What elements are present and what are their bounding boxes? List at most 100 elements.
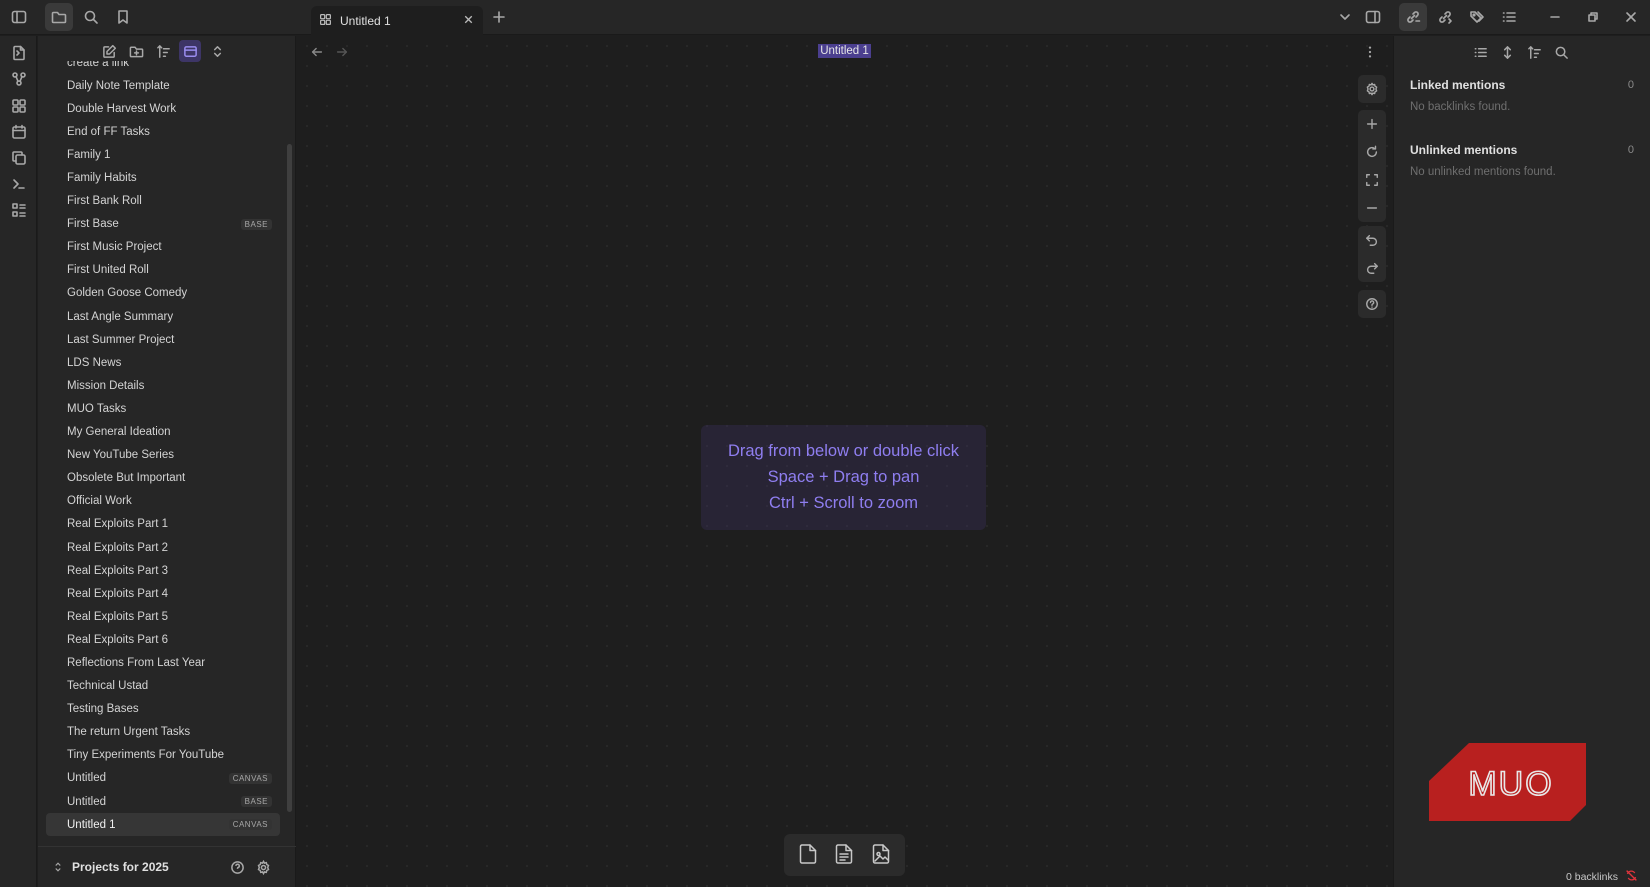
file-item[interactable]: Real Exploits Part 4 [46,582,280,605]
file-item[interactable]: Untitled 1 CANVAS [46,813,280,837]
file-switch-icon [13,45,25,61]
toggle-left-sidebar-button[interactable] [5,3,33,31]
calendar-icon [12,124,26,139]
new-tab-button[interactable] [485,3,513,31]
copy-icon [12,151,26,165]
file-item[interactable]: New YouTube Series [46,444,280,467]
file-item-label: End of FF Tasks [67,125,150,138]
file-item[interactable]: Tiny Experiments For YouTube [46,744,280,767]
new-folder-icon [129,46,143,57]
file-item-label: Last Angle Summary [67,310,174,323]
create-new-base-button[interactable] [7,198,31,222]
close-tab-button[interactable] [462,13,475,29]
zoom-out-button[interactable] [1358,194,1386,222]
settings-button[interactable] [254,858,272,876]
file-item[interactable]: Official Work [46,490,280,513]
file-item[interactable]: End of FF Tasks [46,120,280,143]
collapse-results-button[interactable] [1470,42,1491,63]
file-item[interactable]: Testing Bases [46,698,280,721]
file-item[interactable]: First United Roll [46,259,280,282]
vault-name[interactable]: Projects for 2025 [72,860,169,874]
file-item[interactable]: Technical Ustad [46,675,280,698]
add-media-from-vault-button[interactable] [869,842,893,869]
open-graph-view-button[interactable] [7,67,31,91]
canvas-settings-button[interactable] [1358,75,1386,103]
change-sort-order-button[interactable] [152,40,174,62]
outline-tab-button[interactable] [1495,3,1523,31]
file-item[interactable]: Real Exploits Part 3 [46,559,280,582]
auto-reveal-file-button[interactable] [179,40,201,62]
tags-tab-button[interactable] [1463,3,1491,31]
file-item-label: Family Habits [67,172,137,185]
search-icon [84,10,98,24]
file-item[interactable]: Obsolete But Important [46,467,280,490]
open-command-palette-button[interactable] [7,172,31,196]
canvas-help-button[interactable] [1358,290,1386,318]
file-item[interactable]: Untitled BASE [46,790,280,813]
toggle-right-sidebar-button[interactable] [1359,3,1387,31]
file-item[interactable]: MUO Tasks [46,397,280,420]
file-item[interactable]: Mission Details [46,374,280,397]
backlinks-sort-button[interactable] [1524,42,1545,63]
backlinks-tab-button[interactable] [1399,3,1427,31]
redo-button[interactable] [1358,254,1386,282]
file-item[interactable]: Reflections From Last Year [46,651,280,674]
help-button[interactable] [228,858,246,876]
sync-status-button[interactable] [1618,869,1638,885]
file-item[interactable]: Real Exploits Part 1 [46,513,280,536]
backlinks-toolbar [1470,42,1572,63]
file-item[interactable]: Golden Goose Comedy [46,282,280,305]
file-item[interactable]: Real Exploits Part 2 [46,536,280,559]
file-item[interactable]: Real Exploits Part 6 [46,628,280,651]
backlinks-count-status[interactable]: 0 backlinks [1566,871,1618,883]
files-tab-button[interactable] [45,3,73,31]
file-item[interactable]: Untitled CANVAS [46,767,280,790]
tab-untitled-1[interactable]: Untitled 1 [311,6,483,35]
unlinked-mentions-empty: No unlinked mentions found. [1410,166,1556,178]
tab-list-dropdown[interactable] [1331,3,1359,31]
linked-mentions-header[interactable]: Linked mentions [1410,78,1505,92]
file-item[interactable]: LDS News [46,351,280,374]
new-folder-button[interactable] [125,40,147,62]
expand-vertical-icon [1503,46,1512,59]
open-quick-switcher-button[interactable] [7,41,31,65]
zoom-to-fit-button[interactable] [1358,166,1386,194]
file-item[interactable]: My General Ideation [46,421,280,444]
file-item[interactable]: Family Habits [46,166,280,189]
canvas-view[interactable]: Untitled 1 Drag from below or double cli… [297,36,1392,887]
restore-window-button[interactable] [1579,3,1607,31]
vault-switcher-button[interactable] [52,861,64,876]
file-item[interactable]: Last Angle Summary [46,305,280,328]
undo-button[interactable] [1358,226,1386,254]
minimize-window-button[interactable] [1541,3,1569,31]
file-item[interactable]: First Bank Roll [46,190,280,213]
unlinked-mentions-header[interactable]: Unlinked mentions [1410,143,1517,157]
close-window-button[interactable] [1617,3,1645,31]
backlinks-search-button[interactable] [1551,42,1572,63]
expand-collapse-all-button[interactable] [206,40,228,62]
file-item[interactable]: First Base BASE [46,213,280,236]
file-item[interactable]: Daily Note Template [46,74,280,97]
view-title-text[interactable]: Untitled 1 [818,44,871,58]
file-item[interactable]: Last Summer Project [46,328,280,351]
file-list-scrollbar[interactable] [287,144,292,812]
file-item[interactable]: Family 1 [46,143,280,166]
more-options-button[interactable] [1360,42,1380,62]
file-item[interactable]: Real Exploits Part 5 [46,605,280,628]
new-note-button[interactable] [98,40,120,62]
show-more-context-button[interactable] [1497,42,1518,63]
outgoing-links-tab-button[interactable] [1431,3,1459,31]
create-new-canvas-button[interactable] [7,94,31,118]
file-item[interactable]: create a link [46,61,280,74]
insert-template-button[interactable] [7,146,31,170]
file-item[interactable]: First Music Project [46,236,280,259]
file-item[interactable]: Double Harvest Work [46,97,280,120]
open-daily-note-button[interactable] [7,120,31,144]
file-item[interactable]: The return Urgent Tasks [46,721,280,744]
add-note-from-vault-button[interactable] [832,842,856,869]
zoom-in-button[interactable] [1358,110,1386,138]
bookmarks-tab-button[interactable] [109,3,137,31]
search-tab-button[interactable] [77,3,105,31]
reset-zoom-button[interactable] [1358,138,1386,166]
add-card-button[interactable] [796,842,820,869]
